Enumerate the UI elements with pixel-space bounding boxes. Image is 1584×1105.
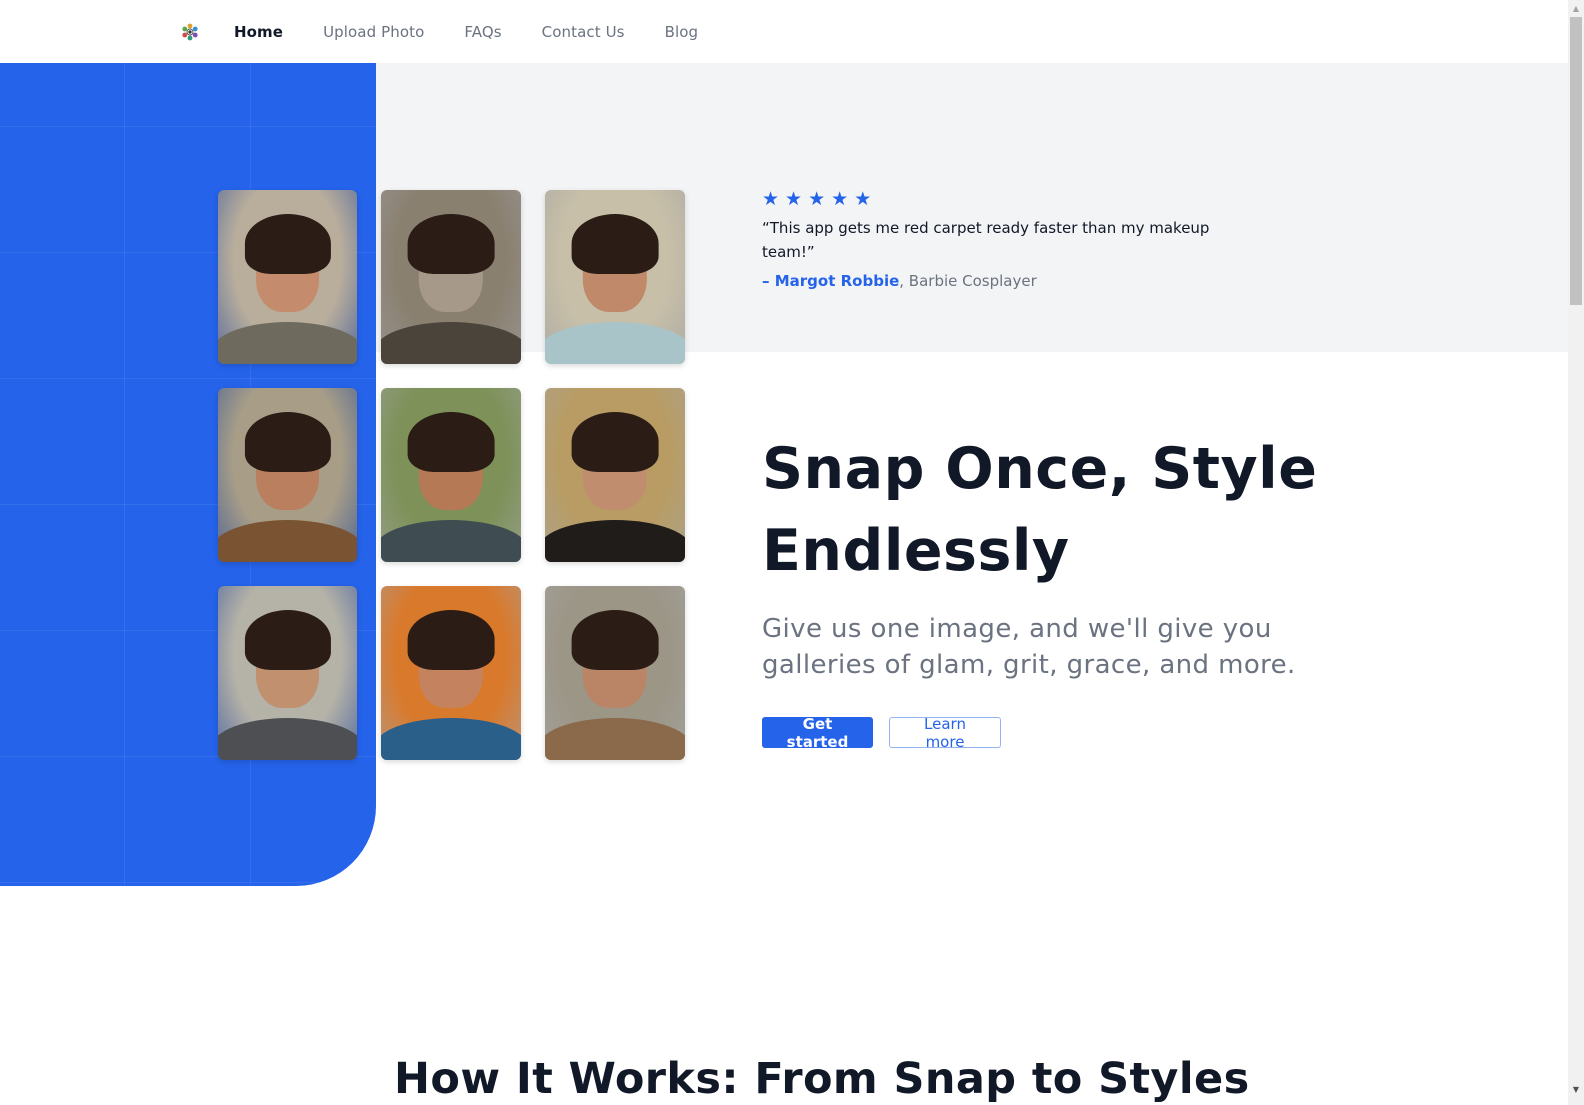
- nav-home[interactable]: Home: [234, 23, 283, 41]
- style-photo[interactable]: [545, 586, 685, 760]
- photo-hair: [571, 610, 659, 670]
- photo-clothing: [381, 718, 521, 760]
- photo-clothing: [218, 322, 357, 364]
- star-icon: ★: [808, 188, 826, 210]
- top-nav: Home Upload Photo FAQs Contact Us Blog: [0, 0, 1568, 63]
- photo-hair: [571, 214, 659, 274]
- style-photo[interactable]: [545, 190, 685, 364]
- hero-title: Snap Once, Style Endlessly: [762, 436, 1318, 584]
- nav-links: Home Upload Photo FAQs Contact Us Blog: [234, 0, 738, 63]
- testimonial-quote: “This app gets me red carpet ready faste…: [762, 219, 1210, 261]
- star-icon: ★: [762, 188, 780, 210]
- style-photo[interactable]: [381, 586, 521, 760]
- style-photo[interactable]: [218, 388, 357, 562]
- photo-hair: [244, 412, 331, 472]
- nav-contact-us[interactable]: Contact Us: [542, 23, 625, 41]
- photo-hair: [407, 610, 495, 670]
- hero-subtitle: Give us one image, and we'll give you ga…: [762, 614, 1296, 680]
- photo-clothing: [545, 718, 685, 760]
- testimonial-attribution: – Margot Robbie, Barbie Cosplayer: [762, 272, 1222, 290]
- style-photo[interactable]: [381, 190, 521, 364]
- photo-clothing: [218, 520, 357, 562]
- scroll-down-icon[interactable]: ▼: [1568, 1081, 1584, 1097]
- style-photo[interactable]: [545, 388, 685, 562]
- star-icon: ★: [785, 188, 803, 210]
- photo-clothing: [218, 718, 357, 760]
- testimonial-dash: –: [762, 272, 775, 290]
- style-gallery: [218, 190, 685, 760]
- photo-hair: [244, 610, 331, 670]
- photo-hair: [244, 214, 331, 274]
- style-photo[interactable]: [218, 586, 357, 760]
- photo-hair: [571, 412, 659, 472]
- flower-logo-icon[interactable]: [180, 22, 200, 42]
- star-icon: ★: [831, 188, 849, 210]
- scroll-up-icon[interactable]: ▲: [1568, 0, 1584, 16]
- page-scrollbar[interactable]: ▲ ▼: [1568, 0, 1584, 1105]
- star-icon: ★: [854, 188, 872, 210]
- nav-upload-photo[interactable]: Upload Photo: [323, 23, 424, 41]
- nav-faqs[interactable]: FAQs: [464, 23, 501, 41]
- photo-clothing: [545, 520, 685, 562]
- testimonial-role: , Barbie Cosplayer: [899, 272, 1037, 290]
- star-rating: ★ ★ ★ ★ ★: [762, 188, 1222, 210]
- hero-actions: Get started Learn more: [762, 715, 1001, 751]
- learn-more-button[interactable]: Learn more: [889, 715, 1001, 751]
- photo-clothing: [545, 322, 685, 364]
- style-photo[interactable]: [381, 388, 521, 562]
- how-it-works-title: How It Works: From Snap to Styles: [394, 1054, 1250, 1104]
- testimonial: ★ ★ ★ ★ ★ “This app gets me red carpet ready…: [762, 188, 1222, 290]
- photo-hair: [407, 214, 495, 274]
- style-photo[interactable]: [218, 190, 357, 364]
- testimonial-author: Margot Robbie: [774, 272, 900, 290]
- photo-clothing: [381, 322, 521, 364]
- photo-hair: [407, 412, 495, 472]
- photo-clothing: [381, 520, 521, 562]
- get-started-button[interactable]: Get started: [762, 715, 873, 751]
- scroll-thumb[interactable]: [1570, 17, 1582, 305]
- nav-blog[interactable]: Blog: [665, 23, 699, 41]
